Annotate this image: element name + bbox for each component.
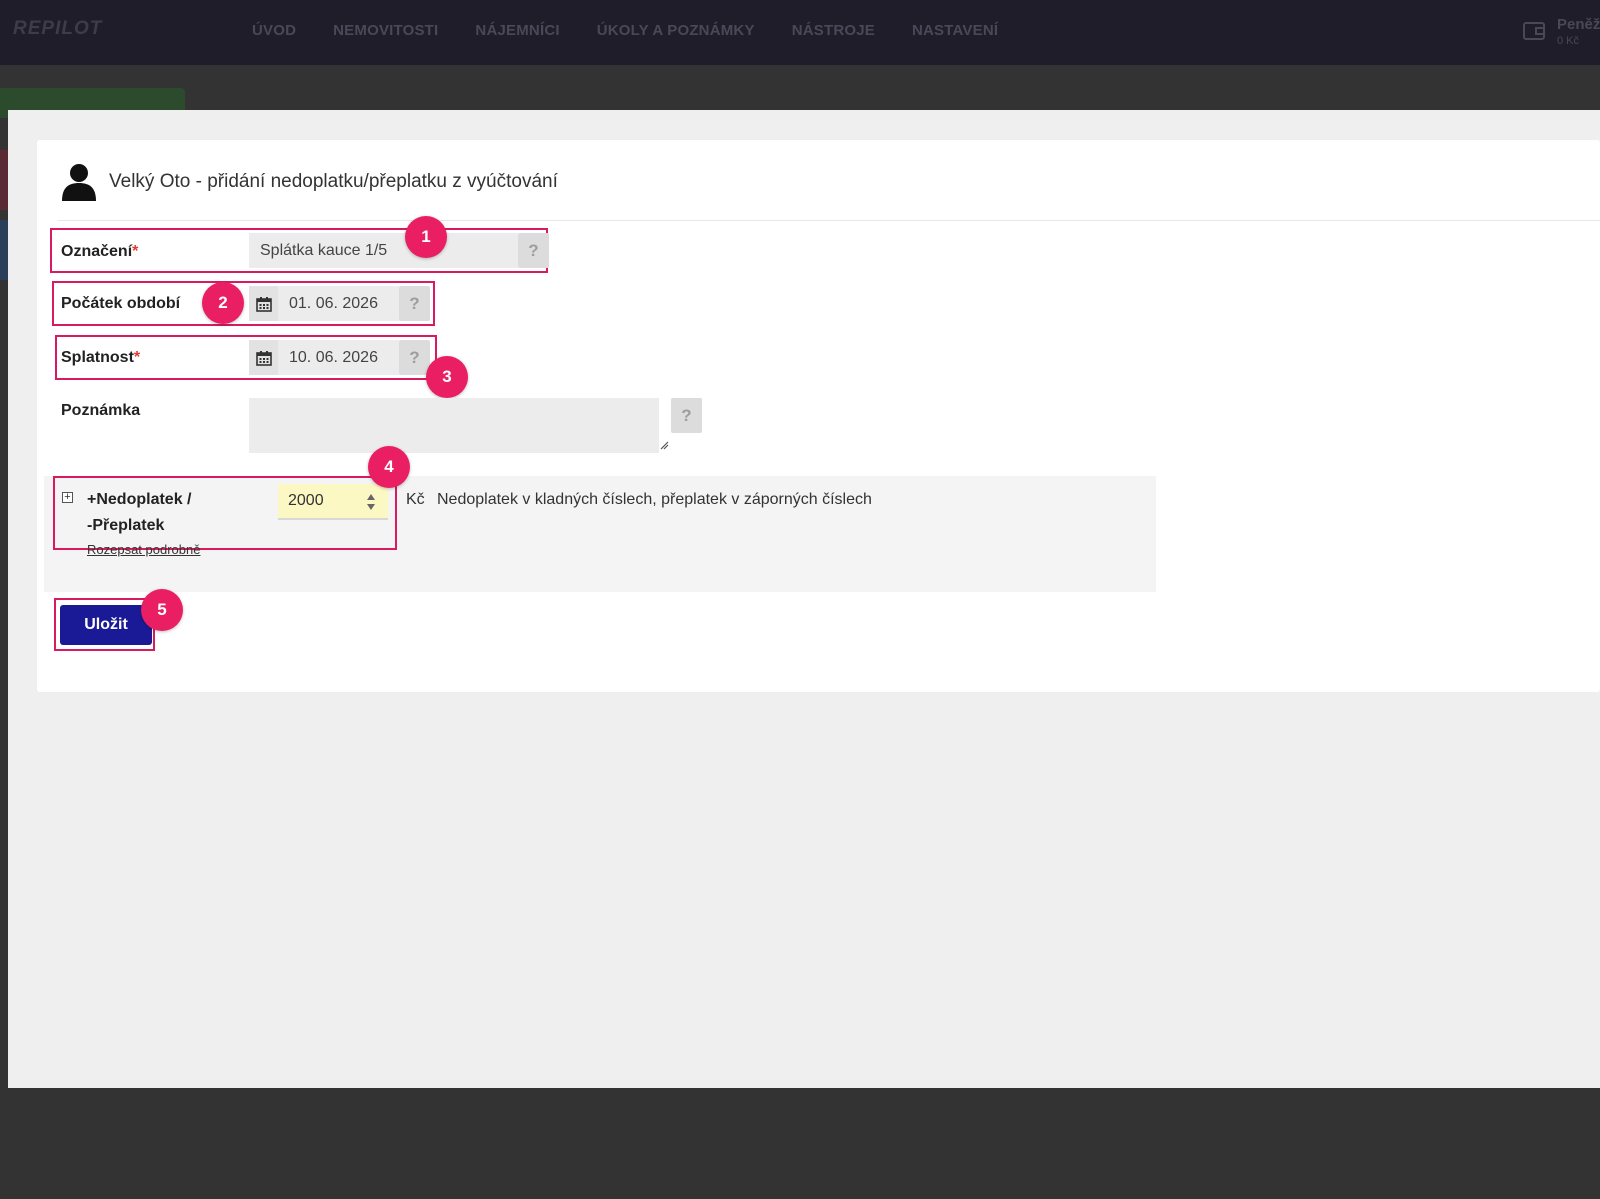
amount-label-line1: +Nedoplatek / [87,491,192,508]
pocatek-label: Počátek období [61,295,181,312]
stepper-arrows-icon[interactable] [366,491,376,513]
calendar-icon[interactable] [249,286,278,321]
calendar-icon[interactable] [249,340,278,375]
poznamka-label: Poznámka [61,402,141,419]
top-navigation-bar: REPILOT ÚVOD NEMOVITOSTI NÁJEMNÍCI ÚKOLY… [0,0,1600,65]
annotation-badge-1: 1 [405,216,447,258]
wallet-amount: 0 Kč [1557,35,1580,47]
nav-item-nastroje[interactable]: NÁSTROJE [792,22,875,39]
wallet-label[interactable]: Peněž [1557,16,1600,33]
background-strip [0,220,8,280]
amount-label-line2: -Přeplatek [87,517,165,534]
resize-handle-icon[interactable] [659,440,669,450]
oznaceni-input[interactable] [249,233,518,268]
nav-item-nastaveni[interactable]: NASTAVENÍ [912,22,998,39]
wallet-icon[interactable] [1523,20,1545,40]
annotation-badge-3: 3 [426,356,468,398]
pocatek-help-button[interactable]: ? [399,286,430,321]
app-logo[interactable]: REPILOT [13,18,102,40]
oznaceni-help-button[interactable]: ? [518,233,549,268]
modal-dialog: Velký Oto - přidání nedoplatku/přeplatku… [8,110,1600,1088]
annotation-badge-4: 4 [368,446,410,488]
annotation-badge-2: 2 [202,282,244,324]
modal-title: Velký Oto - přidání nedoplatku/přeplatku… [109,171,558,192]
pocatek-date-input[interactable] [278,286,399,321]
nav-item-uvod[interactable]: ÚVOD [252,22,296,39]
annotation-badge-5: 5 [141,589,183,631]
splatnost-date-input[interactable] [278,340,399,375]
nav-item-najemnici[interactable]: NÁJEMNÍCI [475,22,559,39]
poznamka-help-button[interactable]: ? [671,398,702,433]
main-nav: ÚVOD NEMOVITOSTI NÁJEMNÍCI ÚKOLY A POZNÁ… [252,22,998,39]
nav-item-ukoly[interactable]: ÚKOLY A POZNÁMKY [597,22,755,39]
nav-item-nemovitosti[interactable]: NEMOVITOSTI [333,22,438,39]
panel-header: Velký Oto - přidání nedoplatku/přeplatku… [58,140,1600,221]
poznamka-textarea[interactable] [249,398,659,453]
rozepsat-podrobne-link[interactable]: Rozepsat podrobně [87,542,200,557]
splatnost-help-button[interactable]: ? [399,340,430,375]
splatnost-label: Splatnost* [61,349,141,366]
currency-unit: Kč [406,491,425,508]
background-strip [0,150,8,210]
oznaceni-label: Označení* [61,243,139,260]
amount-hint: Nedoplatek v kladných číslech, přeplatek… [437,491,872,508]
expand-icon[interactable]: + [62,492,73,503]
user-icon [62,164,96,201]
save-button[interactable]: Uložit [60,605,152,645]
